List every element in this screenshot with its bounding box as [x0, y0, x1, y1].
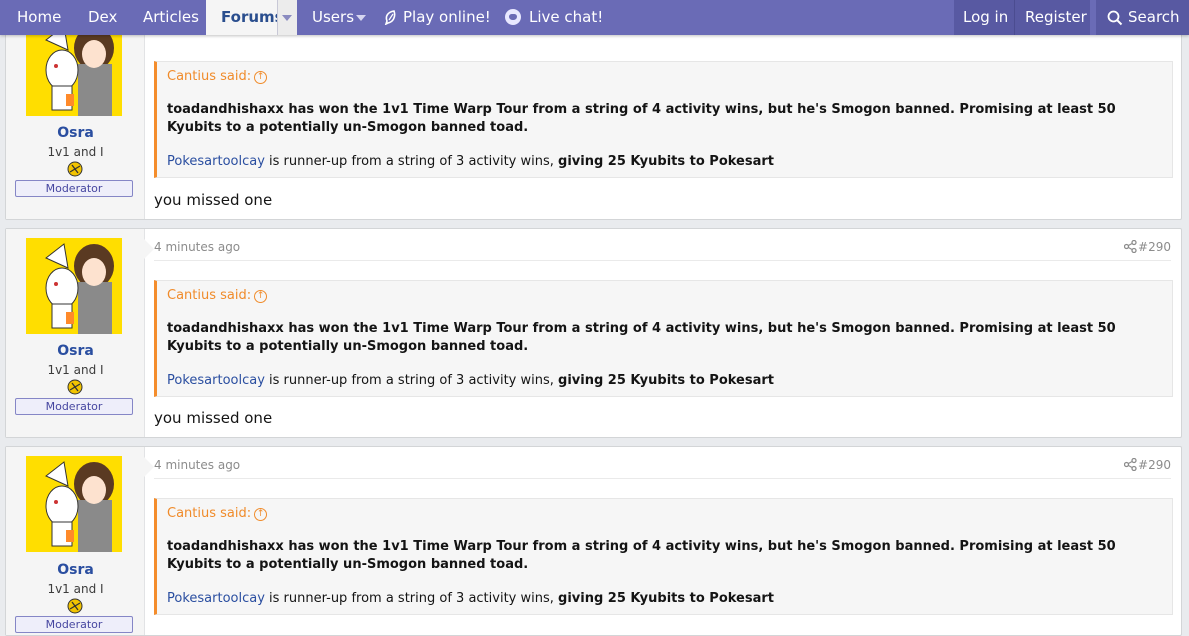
nav-dex[interactable]: Dex: [88, 0, 117, 35]
nav-articles[interactable]: Articles: [143, 0, 199, 35]
chevron-down-icon: [282, 15, 292, 21]
quote-second-line: Pokesartoolcay is runner-up from a strin…: [167, 591, 775, 606]
post-arrow: [144, 239, 154, 259]
quote-second-line: Pokesartoolcay is runner-up from a strin…: [167, 154, 775, 169]
arrow-up-circle-icon[interactable]: ↑: [254, 290, 268, 303]
share-icon[interactable]: [1124, 240, 1137, 253]
discord-icon: [505, 9, 521, 25]
chevron-down-icon[interactable]: [356, 15, 366, 21]
arrow-up-circle-icon[interactable]: ↑: [254, 508, 268, 521]
quote-author[interactable]: Cantius said: ↑: [167, 288, 268, 303]
nav-play-online[interactable]: Play online!: [403, 0, 491, 35]
username[interactable]: Osra: [6, 125, 145, 141]
sun-badge-icon: [67, 161, 83, 177]
username[interactable]: Osra: [6, 343, 145, 359]
user-title: 1v1 and I: [47, 145, 104, 159]
nav-live-chat[interactable]: Live chat!: [529, 0, 603, 35]
user-title: 1v1 and I: [47, 363, 104, 377]
post-arrow: [144, 457, 154, 477]
quote-text: toadandhishaxx has won the 1v1 Time Warp…: [167, 539, 1116, 572]
share-icon[interactable]: [1124, 458, 1137, 471]
post-message: you missed one: [154, 191, 273, 209]
quote-block: Cantius said: ↑ toadandhishaxx has won th…: [154, 498, 1173, 615]
forum-post: Osra 1v1 and I Moderator 4 minutes ago #…: [5, 228, 1182, 438]
quote-author[interactable]: Cantius said: ↑: [167, 69, 268, 84]
username[interactable]: Osra: [6, 562, 145, 578]
search-icon[interactable]: [1107, 10, 1123, 26]
user-link[interactable]: Pokesartoolcay: [167, 373, 265, 388]
login-button[interactable]: Log in: [963, 0, 1008, 35]
avatar-art: [26, 456, 122, 552]
register-button[interactable]: Register: [1025, 0, 1087, 35]
user-link[interactable]: Pokesartoolcay: [167, 154, 265, 169]
post-timestamp[interactable]: 4 minutes ago: [154, 240, 240, 254]
nav-forums[interactable]: Forums: [206, 0, 284, 35]
quote-block: Cantius said: ↑ toadandhishaxx has won th…: [154, 61, 1173, 178]
top-navigation: Home Dex Articles Forums Users Play onli…: [0, 0, 1189, 35]
meta-divider: [154, 260, 1171, 261]
post-number[interactable]: #290: [1138, 458, 1171, 472]
quote-text: toadandhishaxx has won the 1v1 Time Warp…: [167, 102, 1116, 135]
nav-users[interactable]: Users: [312, 0, 354, 35]
quote-second-line: Pokesartoolcay is runner-up from a strin…: [167, 373, 775, 388]
avatar[interactable]: [26, 456, 122, 552]
user-link[interactable]: Pokesartoolcay: [167, 591, 265, 606]
leaf-icon: [384, 10, 396, 25]
avatar[interactable]: [26, 238, 122, 334]
post-timestamp[interactable]: 4 minutes ago: [154, 458, 240, 472]
user-title: 1v1 and I: [47, 582, 104, 596]
quote-author[interactable]: Cantius said: ↑: [167, 506, 268, 521]
arrow-up-circle-icon[interactable]: ↑: [254, 71, 268, 84]
post-message: you missed one: [154, 409, 273, 427]
search-button[interactable]: Search: [1128, 0, 1180, 35]
nav-divider: [1014, 0, 1015, 35]
post-number[interactable]: #290: [1138, 240, 1171, 254]
meta-divider: [154, 478, 1171, 479]
quote-text: toadandhishaxx has won the 1v1 Time Warp…: [167, 321, 1116, 354]
forum-post: Osra 1v1 and I Moderator 4 minutes ago #…: [5, 446, 1182, 636]
post-user-column: Osra 1v1 and I Moderator: [6, 447, 145, 635]
post-user-column: Osra 1v1 and I Moderator: [6, 11, 145, 219]
post-user-column: Osra 1v1 and I Moderator: [6, 229, 145, 437]
moderator-banner: Moderator: [15, 180, 133, 197]
forum-post: Osra 1v1 and I Moderator Cantius said: ↑ …: [5, 7, 1182, 220]
sun-badge-icon: [67, 379, 83, 395]
avatar-art: [26, 238, 122, 334]
quote-block: Cantius said: ↑ toadandhishaxx has won th…: [154, 280, 1173, 397]
forums-dropdown-toggle[interactable]: [277, 0, 297, 35]
moderator-banner: Moderator: [15, 398, 133, 415]
sun-badge-icon: [67, 598, 83, 614]
nav-home[interactable]: Home: [17, 0, 61, 35]
